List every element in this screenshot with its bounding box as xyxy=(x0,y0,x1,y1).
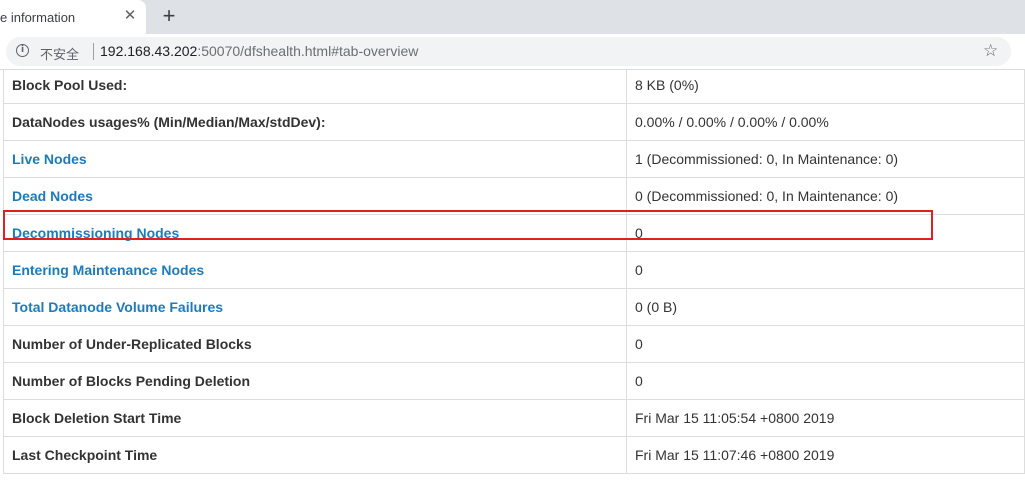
row-value: 0 xyxy=(626,362,1025,400)
row-link[interactable]: Total Datanode Volume Failures xyxy=(12,299,223,315)
row-link[interactable]: Live Nodes xyxy=(12,151,87,167)
row-label-cell: Last Checkpoint Time xyxy=(3,436,627,474)
close-icon[interactable]: ✕ xyxy=(122,8,138,24)
row-value: 0.00% / 0.00% / 0.00% / 0.00% xyxy=(626,103,1025,141)
tab-title: e information xyxy=(0,10,76,25)
table-row: Total Datanode Volume Failures 0 (0 B) xyxy=(3,288,1025,326)
row-label: DataNodes usages% (Min/Median/Max/stdDev… xyxy=(12,114,326,130)
row-value: 0 (Decommissioned: 0, In Maintenance: 0) xyxy=(626,177,1025,215)
new-tab-icon[interactable]: + xyxy=(158,5,180,27)
table-row: Decommissioning Nodes 0 xyxy=(3,214,1025,252)
row-label-cell: Number of Under-Replicated Blocks xyxy=(3,325,627,363)
row-value: 0 (0 B) xyxy=(626,288,1025,326)
url-host: 192.168.43.202 xyxy=(100,43,198,59)
row-value: 1 (Decommissioned: 0, In Maintenance: 0) xyxy=(626,140,1025,178)
url-text[interactable]: 192.168.43.202:50070/dfshealth.html#tab-… xyxy=(100,43,418,59)
row-label-cell: Dead Nodes xyxy=(3,177,627,215)
row-label-cell: Total Datanode Volume Failures xyxy=(3,288,627,326)
url-path: :50070/dfshealth.html#tab-overview xyxy=(197,43,419,59)
row-label: Number of Blocks Pending Deletion xyxy=(12,373,251,389)
row-link[interactable]: Decommissioning Nodes xyxy=(12,225,179,241)
bookmark-star-icon[interactable]: ☆ xyxy=(983,41,998,61)
table-row: DataNodes usages% (Min/Median/Max/stdDev… xyxy=(3,103,1025,141)
table-row: Block Deletion Start Time Fri Mar 15 11:0… xyxy=(3,399,1025,437)
row-value: Fri Mar 15 11:05:54 +0800 2019 xyxy=(626,399,1025,437)
row-value: 0 xyxy=(626,214,1025,252)
row-link[interactable]: Entering Maintenance Nodes xyxy=(12,262,204,278)
row-label-cell: DataNodes usages% (Min/Median/Max/stdDev… xyxy=(3,103,627,141)
overview-table-body: Block Pool Used: 8 KB (0%) DataNodes usage… xyxy=(3,70,1025,474)
table-row: Number of Under-Replicated Blocks 0 xyxy=(3,325,1025,363)
table-row: Dead Nodes 0 (Decommissioned: 0, In Maint… xyxy=(3,177,1025,215)
row-label-cell: Live Nodes xyxy=(3,140,627,178)
row-link[interactable]: Dead Nodes xyxy=(12,188,93,204)
row-label: Block Pool Used: xyxy=(12,77,128,93)
row-label-cell: Block Pool Used: xyxy=(3,70,627,104)
table-row: Last Checkpoint Time Fri Mar 15 11:07:46 … xyxy=(3,436,1025,474)
row-value: Fri Mar 15 11:07:46 +0800 2019 xyxy=(626,436,1025,474)
row-label-cell: Block Deletion Start Time xyxy=(3,399,627,437)
url-divider xyxy=(93,43,94,60)
security-label[interactable]: 不安全 xyxy=(40,44,79,63)
page-content: Block Pool Used: 8 KB (0%) DataNodes usage… xyxy=(0,70,1025,482)
table-row: Entering Maintenance Nodes 0 xyxy=(3,251,1025,289)
row-label: Number of Under-Replicated Blocks xyxy=(12,336,252,352)
table-row: Block Pool Used: 8 KB (0%) xyxy=(3,70,1025,104)
info-icon[interactable]: i xyxy=(16,44,29,57)
table-row: Number of Blocks Pending Deletion 0 xyxy=(3,362,1025,400)
row-value: 8 KB (0%) xyxy=(626,70,1025,104)
table-row: Live Nodes 1 (Decommissioned: 0, In Maint… xyxy=(3,140,1025,178)
row-label-cell: Entering Maintenance Nodes xyxy=(3,251,627,289)
row-value: 0 xyxy=(626,325,1025,363)
browser-tab[interactable]: e information ✕ xyxy=(0,0,146,34)
overview-table: Block Pool Used: 8 KB (0%) DataNodes usage… xyxy=(3,70,1025,474)
row-value: 0 xyxy=(626,251,1025,289)
row-label: Block Deletion Start Time xyxy=(12,410,182,426)
row-label-cell: Number of Blocks Pending Deletion xyxy=(3,362,627,400)
browser-toolbar: i 不安全 192.168.43.202:50070/dfshealth.htm… xyxy=(0,34,1025,70)
row-label-cell: Decommissioning Nodes xyxy=(3,214,627,252)
row-label: Last Checkpoint Time xyxy=(12,447,158,463)
tab-strip: e information ✕ + xyxy=(0,0,1025,34)
address-bar[interactable]: i 不安全 192.168.43.202:50070/dfshealth.htm… xyxy=(6,37,1011,66)
